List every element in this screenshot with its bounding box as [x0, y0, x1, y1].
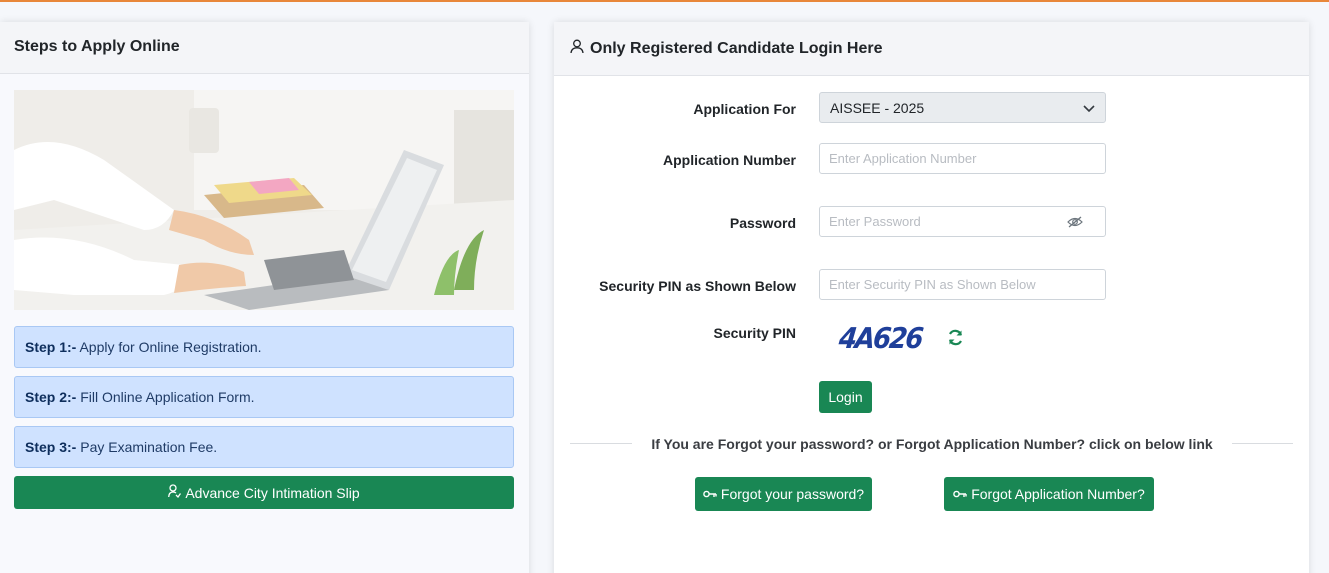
user-icon: [570, 39, 584, 59]
steps-panel-title: Steps to Apply Online: [0, 22, 529, 74]
security-pin-label: Security PIN: [713, 325, 796, 341]
forgot-instructions: If You are Forgot your password? or Forg…: [632, 432, 1232, 456]
step-2: Step 2:- Fill Online Application Form.: [14, 376, 514, 418]
login-panel: Only Registered Candidate Login Here App…: [554, 22, 1309, 573]
application-for-label: Application For: [693, 101, 796, 117]
advance-city-intimation-slip-button[interactable]: Advance City Intimation Slip: [14, 476, 514, 509]
login-button[interactable]: Login: [819, 381, 872, 413]
key-icon: [703, 486, 717, 502]
password-input[interactable]: [819, 206, 1106, 237]
security-pin-input[interactable]: [819, 269, 1106, 300]
step-1: Step 1:- Apply for Online Registration.: [14, 326, 514, 368]
login-panel-title: Only Registered Candidate Login Here: [590, 39, 883, 57]
application-for-select[interactable]: AISSEE - 2025: [819, 92, 1106, 123]
chevron-down-icon: [1083, 100, 1095, 116]
step-1-prefix: Step 1:-: [25, 339, 77, 355]
steps-panel: Steps to Apply Online Step 1:- Apply for…: [0, 22, 529, 573]
captcha-text: 4A626: [837, 322, 923, 356]
security-pin-captcha: 4A626: [819, 313, 941, 365]
forgot-application-number-button[interactable]: Forgot Application Number?: [944, 477, 1154, 511]
application-number-label: Application Number: [662, 152, 796, 168]
hero-image: [14, 90, 514, 310]
application-for-value: AISSEE - 2025: [830, 99, 925, 116]
step-3: Step 3:- Pay Examination Fee.: [14, 426, 514, 468]
step-3-prefix: Step 3:-: [25, 439, 77, 455]
step-2-text: Fill Online Application Form.: [80, 389, 255, 405]
eye-slash-icon[interactable]: [1067, 215, 1083, 233]
person-badge-icon: [168, 484, 182, 501]
top-accent-line: [0, 0, 1329, 2]
password-label: Password: [729, 215, 796, 231]
application-number-input[interactable]: [819, 143, 1106, 174]
forgot-application-number-label: Forgot Application Number?: [971, 486, 1145, 502]
security-pin-input-label: Security PIN as Shown Below: [599, 278, 796, 294]
step-1-text: Apply for Online Registration.: [79, 339, 262, 355]
forgot-password-button[interactable]: Forgot your password?: [695, 477, 872, 511]
step-3-text: Pay Examination Fee.: [80, 439, 218, 455]
slip-button-label: Advance City Intimation Slip: [185, 484, 360, 501]
refresh-icon[interactable]: [947, 329, 964, 351]
key-icon: [953, 486, 967, 502]
forgot-password-label: Forgot your password?: [720, 486, 865, 502]
step-2-prefix: Step 2:-: [25, 389, 77, 405]
login-panel-header: Only Registered Candidate Login Here: [554, 22, 1309, 76]
